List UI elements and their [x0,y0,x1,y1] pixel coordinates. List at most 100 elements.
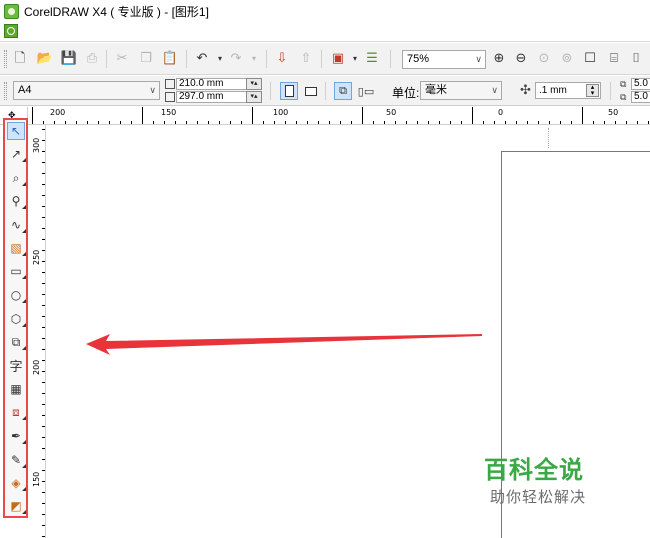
save-icon[interactable]: 💾 [61,51,77,67]
basic-shapes-tool-icon[interactable]: ⧉ [7,333,26,351]
new-icon[interactable]: 🗋 [12,51,28,67]
paste-icon[interactable]: 📋 [162,51,178,67]
ruler-tick [406,121,407,124]
text-tool-icon[interactable]: 字 [7,356,25,375]
rectangle-tool-icon[interactable]: ▭ [7,262,26,280]
launcher-dropdown-icon[interactable]: ▾ [347,51,363,67]
import-icon[interactable]: ⇩ [274,51,290,67]
current-page-button[interactable]: ▯▭ [357,82,375,100]
ruler-tick [42,305,45,306]
crop-tool-icon[interactable]: ⌕ [7,169,26,187]
undo-icon[interactable]: ↶ [194,51,210,67]
fill-tool-icon[interactable]: ◈ [7,474,26,492]
portrait-button[interactable] [280,82,298,100]
ruler-tick [285,121,286,124]
page-height-field[interactable]: 297.0 mm [176,91,252,103]
ruler-tick [42,261,45,262]
eyedropper-tool-icon[interactable]: ✒ [7,427,26,445]
ruler-tick [593,121,594,124]
vertical-ruler[interactable]: 300 250 200 150 [28,125,46,538]
duplicate-y-field[interactable]: 5.0 [631,91,650,103]
zoom-height-icon[interactable]: ⌷ [628,51,644,67]
zoom-level-select[interactable]: 75% ∨ [402,50,486,69]
table-tool-icon[interactable]: ▦ [7,380,25,398]
paper-type-select[interactable]: A4 ∨ [13,81,160,100]
open-icon[interactable]: 📂 [37,51,53,67]
ruler-tick [42,173,45,174]
undo-dropdown-icon[interactable]: ▾ [212,51,228,67]
export-icon[interactable]: ⇧ [298,51,314,67]
ruler-tick [42,327,45,328]
page-height-spinner[interactable]: ▾▴ [246,91,262,103]
ruler-tick [87,121,88,124]
nudge-spinner[interactable]: ▴ ▾ [586,84,599,97]
ellipse-tool-icon[interactable]: ○ [7,286,26,304]
duplicate-y-value: 5.0 [634,91,648,102]
page-width-field[interactable]: 210.0 mm [176,78,252,90]
ruler-tick [153,121,154,124]
smart-fill-tool-icon[interactable]: ▧ [7,239,26,257]
zoom-out-icon[interactable]: ⊖ [513,51,529,67]
nudge-distance-field[interactable]: .1 mm ▴ ▾ [535,82,601,99]
ruler-tick [42,239,45,240]
interactive-blend-tool-icon[interactable]: ⧈ [7,403,26,421]
ruler-tick [461,121,462,124]
zoom-width-icon[interactable]: ⌸ [606,51,622,67]
zoom-tool-icon[interactable]: ⚲ [7,192,26,210]
ruler-tick [42,250,45,251]
ruler-tick [296,121,297,124]
redo-dropdown-icon[interactable]: ▾ [246,51,262,67]
document-icon[interactable] [4,24,18,38]
all-pages-button[interactable]: ⧉ [334,82,352,100]
property-bar: A4 ∨ 210.0 mm ▾▴ 297.0 mm ▾▴ ⧉ ▯▭ 单位: 毫米… [0,76,650,106]
ruler-tick [42,151,45,152]
polygon-tool-icon[interactable]: ⬡ [7,310,26,328]
outline-tool-icon[interactable]: ✎ [7,451,26,469]
ruler-tick [109,121,110,124]
zoom-selected-icon[interactable]: ⊙ [536,51,552,67]
document-control-row [0,22,650,42]
zoom-all-icon[interactable]: ⊚ [559,51,575,67]
landscape-button[interactable] [302,82,320,100]
page-width-spinner[interactable]: ▾▴ [246,78,262,90]
interactive-fill-tool-icon[interactable]: ◩ [7,497,26,515]
freehand-tool-icon[interactable]: ∿ [7,216,26,234]
shape-tool-icon[interactable]: ↗ [7,145,26,163]
duplicate-x-field[interactable]: 5.0 [631,78,650,90]
redo-icon[interactable]: ↷ [228,51,244,67]
ruler-tick [42,525,45,526]
ruler-tick [560,121,561,124]
ruler-label: 250 [32,249,41,265]
ruler-tick [516,121,517,124]
toolbar-grip[interactable] [4,82,7,100]
cut-icon[interactable]: ✂ [114,51,130,67]
ruler-tick [42,470,45,471]
ruler-tick [98,121,99,124]
ruler-tick [450,121,451,124]
pick-tool-icon[interactable]: ↖ [7,122,25,140]
ruler-tick [42,536,45,537]
toolbar-separator [325,82,326,100]
copy-icon[interactable]: ❐ [138,51,154,67]
unit-select[interactable]: 毫米 ∨ [420,81,502,100]
chevron-down-icon: ∨ [149,85,156,95]
page-height-value: 297.0 mm [179,91,224,102]
welcome-screen-icon[interactable]: ☰ [364,51,380,67]
horizontal-ruler[interactable]: 200 150 100 50 0 50 [28,107,650,125]
ruler-tick [538,121,539,124]
ruler-tick [505,121,506,124]
application-launcher-icon[interactable]: ▣ [330,51,346,67]
duplicate-x-icon: ⧉ [620,79,627,89]
zoom-in-icon[interactable]: ⊕ [491,51,507,67]
ruler-label: 100 [273,108,289,117]
ruler-tick [42,272,45,273]
ruler-tick [494,121,495,124]
ruler-guide-marker [548,128,549,148]
toolbar-grip[interactable] [4,50,7,68]
ruler-tick [549,121,550,124]
toolbar-separator [390,50,391,68]
zoom-page-icon[interactable]: ☐ [582,51,598,67]
current-page-icon: ▯▭ [357,85,375,98]
print-icon[interactable]: ⎙ [84,51,100,67]
ruler-tick [175,121,176,124]
